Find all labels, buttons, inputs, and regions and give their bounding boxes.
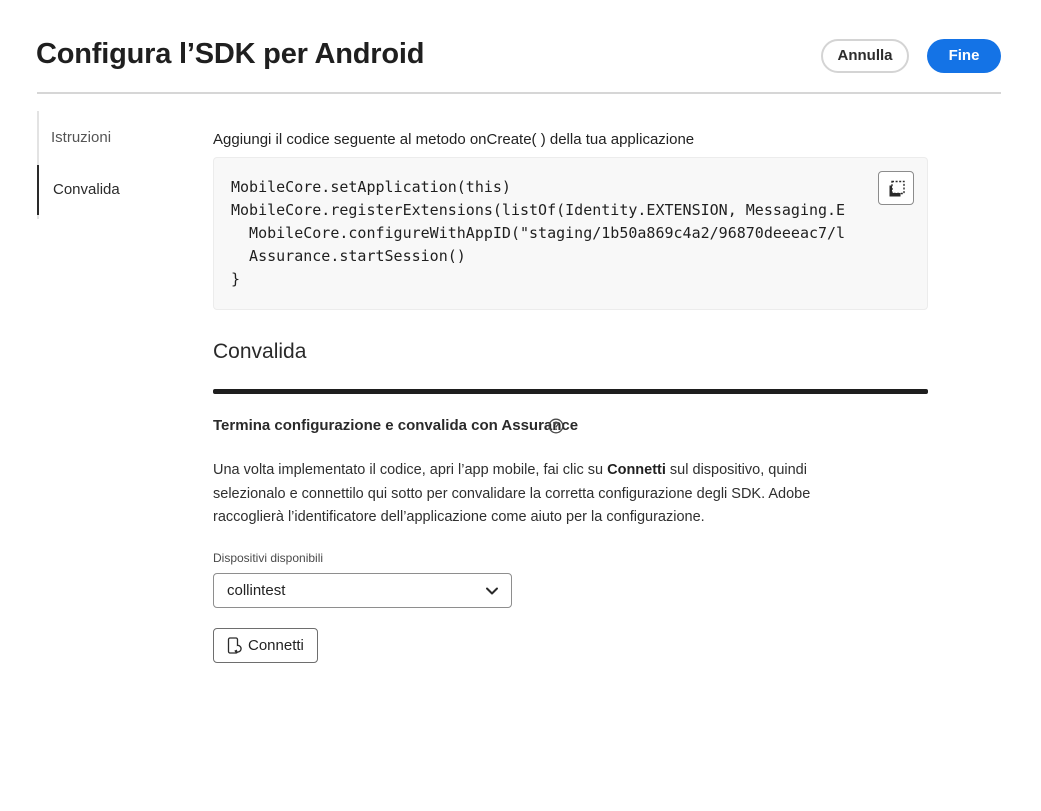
nav-item-convalida[interactable]: Convalida [37,165,177,215]
page-title: Configura l’SDK per Android [36,38,425,70]
section-divider [213,389,928,394]
code-text: MobileCore.setApplication(this) MobileCo… [231,176,863,291]
instructions-paragraph: Una volta implementato il codice, apri l… [213,459,883,530]
device-connect-icon [227,637,242,654]
side-nav: Istruzioni Convalida [37,111,179,219]
code-line: } [231,270,241,288]
nav-item-istruzioni[interactable]: Istruzioni [37,113,177,163]
devices-label: Dispositivi disponibili [213,551,324,565]
code-block: MobileCore.setApplication(this) MobileCo… [213,157,928,310]
code-line: MobileCore.setApplication(this) [231,178,511,196]
section-title-convalida: Convalida [213,340,307,363]
copy-icon [889,180,905,197]
assurance-subheading: Termina configurazione e convalida con A… [213,417,579,434]
copy-code-button[interactable] [878,171,914,205]
paragraph-text: Una volta implementato il codice, apri l… [213,462,608,478]
code-line: MobileCore.configureWithAppID("staging/1… [231,224,846,242]
code-line: Assurance.startSession() [231,247,466,265]
cancel-button[interactable]: Annulla [821,39,909,73]
code-instruction: Aggiungi il codice seguente al metodo on… [213,131,695,148]
paragraph-bold-connetti: Connetti [607,462,666,478]
chevron-down-icon [486,587,498,595]
devices-select-value: collintest [227,582,286,599]
devices-select[interactable]: collintest [213,573,512,608]
done-button[interactable]: Fine [927,39,1001,73]
help-circle-icon[interactable] [548,418,564,434]
header-divider [37,92,1001,94]
dialog: Configura l’SDK per Android Annulla Fine… [0,0,1041,811]
connect-button-label: Connetti [248,637,304,654]
connect-button[interactable]: Connetti [213,628,318,663]
code-line: MobileCore.registerExtensions(listOf(Ide… [231,201,846,219]
